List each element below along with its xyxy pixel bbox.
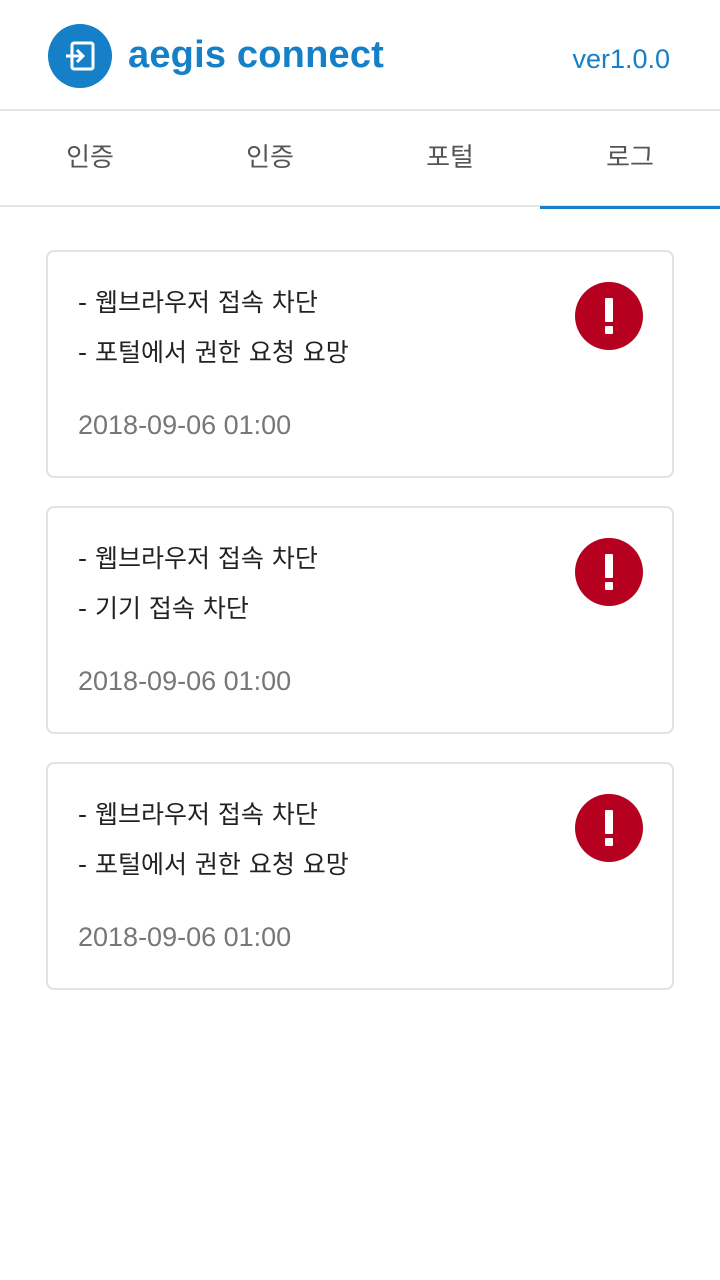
- tab-portal[interactable]: 포털: [360, 111, 540, 207]
- version-label: ver1.0.0: [572, 44, 670, 74]
- tab-auth-1[interactable]: 인증: [0, 111, 180, 207]
- log-message: - 포털에서 권한 요청 요망: [78, 338, 349, 367]
- log-card[interactable]: - 웹브라우저 접속 차단 - 포털에서 권한 요청 요망 2018-09-06…: [46, 250, 674, 478]
- log-timestamp: 2018-09-06 01:00: [78, 666, 292, 696]
- log-message: - 기기 접속 차단: [78, 594, 249, 623]
- tab-log[interactable]: 로그: [540, 111, 720, 209]
- alert-icon: [575, 282, 643, 350]
- log-card[interactable]: - 웹브라우저 접속 차단 - 포털에서 권한 요청 요망 2018-09-06…: [46, 762, 674, 990]
- log-card[interactable]: - 웹브라우저 접속 차단 - 기기 접속 차단 2018-09-06 01:0…: [46, 506, 674, 734]
- log-timestamp: 2018-09-06 01:00: [78, 922, 292, 952]
- log-message: - 웹브라우저 접속 차단: [78, 288, 318, 317]
- app-title: aegis connect: [128, 34, 385, 76]
- sign-in-icon: [48, 24, 112, 88]
- alert-icon: [575, 538, 643, 606]
- log-message: - 웹브라우저 접속 차단: [78, 800, 318, 829]
- tab-auth-2[interactable]: 인증: [180, 111, 360, 207]
- tab-bar: 인증 인증 포털 로그: [0, 111, 720, 209]
- log-message: - 포털에서 권한 요청 요망: [78, 850, 349, 879]
- log-message: - 웹브라우저 접속 차단: [78, 544, 318, 573]
- alert-icon: [575, 794, 643, 862]
- log-timestamp: 2018-09-06 01:00: [78, 410, 292, 440]
- app-header: aegis connect ver1.0.0: [0, 0, 720, 111]
